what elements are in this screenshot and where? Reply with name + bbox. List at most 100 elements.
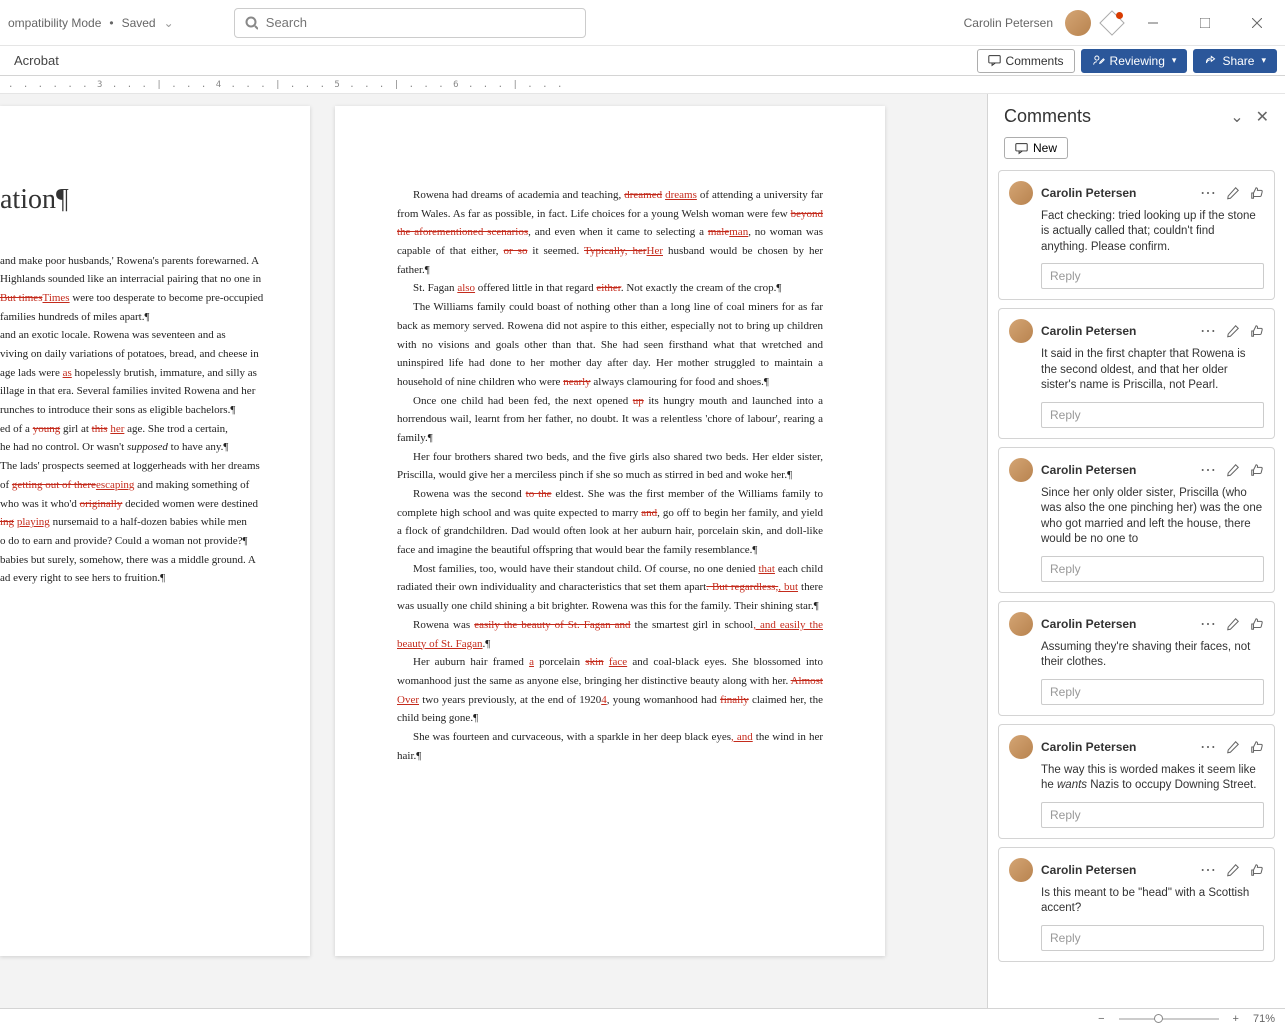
comment-card[interactable]: Carolin Petersen⋯Is this meant to be "he…: [998, 847, 1275, 962]
new-comment-button[interactable]: New: [1004, 137, 1068, 159]
new-label: New: [1033, 141, 1057, 155]
comment-text: It said in the first chapter that Rowena…: [1041, 347, 1264, 394]
more-icon[interactable]: ⋯: [1200, 321, 1216, 341]
more-icon[interactable]: ⋯: [1200, 460, 1216, 480]
edit-icon[interactable]: [1226, 186, 1240, 200]
comment-text: The way this is worded makes it seem lik…: [1041, 763, 1264, 794]
doc-line: babies but surely, somehow, there was a …: [0, 551, 290, 570]
doc-line: ing playing nursemaid to a half-dozen ba…: [0, 513, 290, 532]
doc-paragraph: Her auburn hair framed a porcelain skin …: [397, 653, 823, 728]
document-area[interactable]: ation¶ and make poor husbands,' Rowena's…: [0, 94, 987, 1008]
saved-label: Saved: [122, 16, 156, 30]
tab-acrobat[interactable]: Acrobat: [8, 49, 65, 72]
reviewing-button[interactable]: Reviewing ▾: [1081, 49, 1188, 73]
doc-line: But timesTimes were too desperate to bec…: [0, 289, 290, 308]
minimize-button[interactable]: [1133, 8, 1173, 38]
reply-input[interactable]: Reply: [1041, 802, 1264, 828]
doc-line: who was it who'd originally decided wome…: [0, 495, 290, 514]
comment-author: Carolin Petersen: [1041, 186, 1192, 200]
edit-icon[interactable]: [1226, 324, 1240, 338]
search-box[interactable]: [234, 8, 586, 38]
comment-text: Is this meant to be "head" with a Scotti…: [1041, 886, 1264, 917]
edit-icon[interactable]: [1226, 740, 1240, 754]
share-icon: [1204, 54, 1217, 67]
status-bar: − + 71%: [0, 1008, 1285, 1028]
ruler: . . . . . . 3 . . . | . . . 4 . . . | . …: [0, 76, 1285, 94]
zoom-slider[interactable]: [1119, 1018, 1219, 1020]
doc-line: and an exotic locale. Rowena was sevente…: [0, 326, 290, 345]
reply-input[interactable]: Reply: [1041, 925, 1264, 951]
doc-line: ad every right to see hers to fruition.¶: [0, 569, 290, 588]
doc-paragraph: Her four brothers shared two beds, and t…: [397, 448, 823, 485]
reply-input[interactable]: Reply: [1041, 402, 1264, 428]
close-icon[interactable]: ✕: [1256, 107, 1269, 127]
avatar: [1009, 458, 1033, 482]
more-icon[interactable]: ⋯: [1200, 860, 1216, 880]
edit-icon[interactable]: [1226, 463, 1240, 477]
reviewing-label: Reviewing: [1110, 54, 1165, 68]
comment-text: Fact checking: tried looking up if the s…: [1041, 209, 1264, 256]
thumbs-up-icon[interactable]: [1250, 324, 1264, 338]
doc-line: illage in that era. Several families inv…: [0, 382, 290, 401]
doc-line: o do to earn and provide? Could a woman …: [0, 532, 290, 551]
doc-paragraph: Most families, too, would have their sta…: [397, 560, 823, 616]
comment-author: Carolin Petersen: [1041, 324, 1192, 338]
search-icon: [245, 16, 258, 30]
doc-paragraph: Rowena had dreams of academia and teachi…: [397, 186, 823, 279]
comment-card[interactable]: Carolin Petersen ⋯ It said in the first ch…: [998, 308, 1275, 439]
share-button[interactable]: Share ▾: [1193, 49, 1277, 73]
zoom-out-button[interactable]: −: [1098, 1013, 1104, 1025]
maximize-button[interactable]: [1185, 8, 1225, 38]
share-label: Share: [1222, 54, 1254, 68]
search-input[interactable]: [266, 15, 575, 30]
edit-icon[interactable]: [1226, 617, 1240, 631]
thumbs-up-icon[interactable]: [1250, 617, 1264, 631]
doc-line: The lads' prospects seemed at loggerhead…: [0, 457, 290, 476]
thumbs-up-icon[interactable]: [1250, 863, 1264, 877]
comment-card[interactable]: Carolin Petersen ⋯ Fact checking: tried lo…: [998, 170, 1275, 301]
comments-pane: Comments ⌄ ✕ New Carolin Petersen ⋯ Fact c…: [987, 94, 1285, 1008]
thumbs-up-icon[interactable]: [1250, 740, 1264, 754]
comments-title: Comments: [1004, 106, 1091, 127]
ruler-scale: . . . . . . 3 . . . | . . . 4 . . . | . …: [8, 80, 564, 90]
comment-author: Carolin Petersen: [1041, 740, 1192, 754]
reply-input[interactable]: Reply: [1041, 556, 1264, 582]
comment-icon: [988, 54, 1001, 67]
more-icon[interactable]: ⋯: [1200, 183, 1216, 203]
comments-button[interactable]: Comments: [977, 49, 1075, 73]
avatar: [1009, 181, 1033, 205]
comment-author: Carolin Petersen: [1041, 617, 1192, 631]
reply-input[interactable]: Reply: [1041, 263, 1264, 289]
chevron-down-icon[interactable]: ⌄: [164, 16, 174, 30]
comment-text: Since her only older sister, Priscilla (…: [1041, 486, 1264, 548]
doc-line: Highlands sounded like an interracial pa…: [0, 270, 290, 289]
thumbs-up-icon[interactable]: [1250, 186, 1264, 200]
thumbs-up-icon[interactable]: [1250, 463, 1264, 477]
workspace: ation¶ and make poor husbands,' Rowena's…: [0, 94, 1285, 1008]
page-1: ation¶ and make poor husbands,' Rowena's…: [0, 106, 310, 956]
zoom-in-button[interactable]: +: [1233, 1013, 1239, 1025]
section-heading: ation¶: [0, 176, 290, 224]
comment-card[interactable]: Carolin Petersen⋯Since her only older si…: [998, 447, 1275, 593]
reply-input[interactable]: Reply: [1041, 679, 1264, 705]
edit-icon[interactable]: [1226, 863, 1240, 877]
zoom-level: 71%: [1253, 1013, 1275, 1025]
more-icon[interactable]: ⋯: [1200, 737, 1216, 757]
collapse-icon[interactable]: ⌄: [1230, 107, 1243, 127]
person-edit-icon: [1092, 54, 1105, 67]
comment-card[interactable]: Carolin Petersen ⋯ Assuming they're shavin…: [998, 601, 1275, 716]
doc-paragraph: St. Fagan also offered little in that re…: [397, 279, 823, 298]
chevron-down-icon: ▾: [1172, 55, 1177, 66]
comments-label: Comments: [1006, 54, 1064, 68]
page-2: Rowena had dreams of academia and teachi…: [335, 106, 885, 956]
premium-icon[interactable]: [1103, 14, 1121, 32]
close-button[interactable]: [1237, 8, 1277, 38]
more-icon[interactable]: ⋯: [1200, 614, 1216, 634]
comment-card[interactable]: Carolin Petersen ⋯ The way this is worded …: [998, 724, 1275, 839]
avatar[interactable]: [1065, 10, 1091, 36]
avatar: [1009, 319, 1033, 343]
comment-text: Assuming they're shaving their faces, no…: [1041, 640, 1264, 671]
doc-line: and make poor husbands,' Rowena's parent…: [0, 252, 290, 271]
avatar: [1009, 858, 1033, 882]
doc-paragraph: She was fourteen and curvaceous, with a …: [397, 728, 823, 765]
